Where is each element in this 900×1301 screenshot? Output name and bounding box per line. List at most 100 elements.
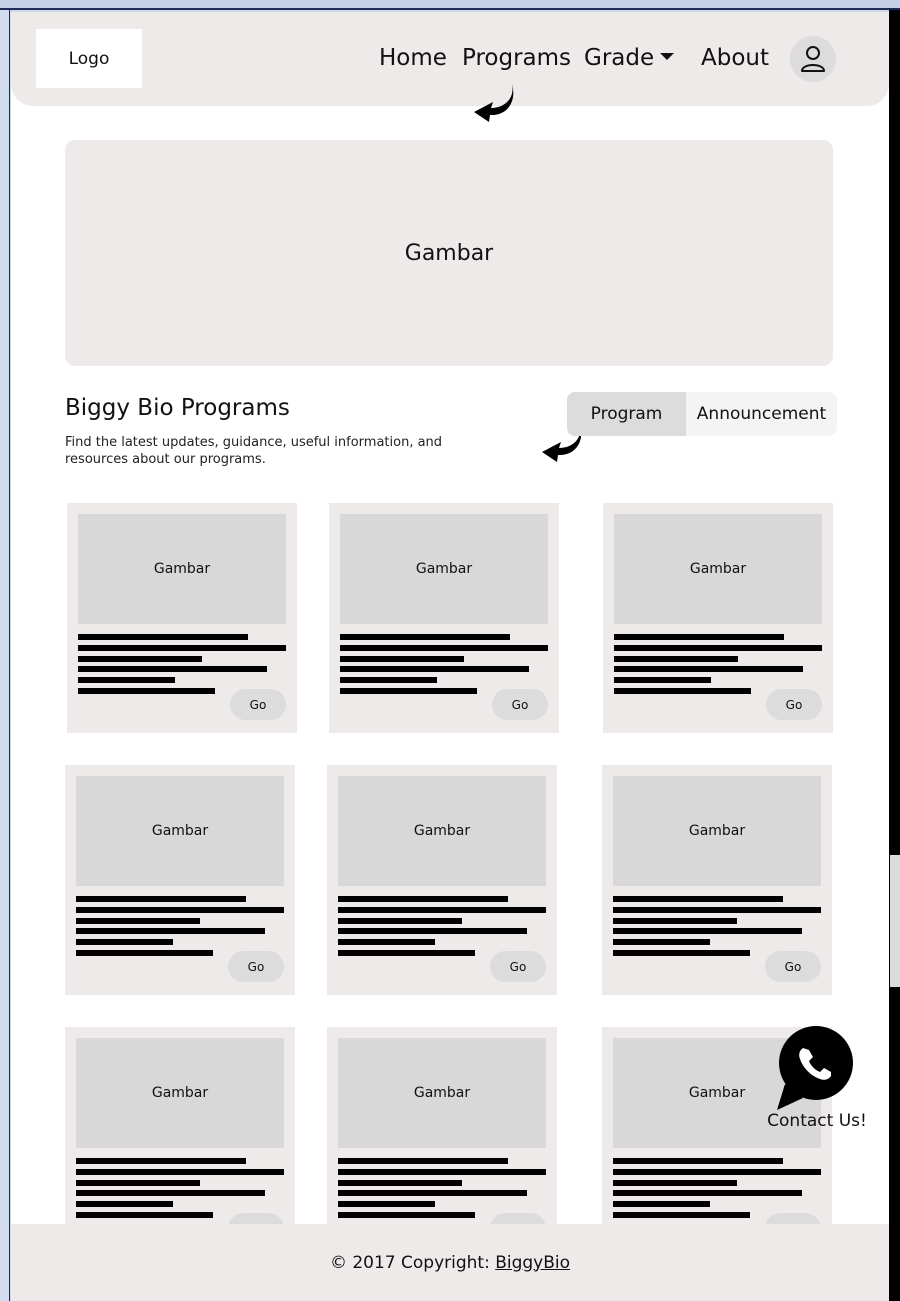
text-line — [613, 1158, 783, 1164]
text-line — [338, 1190, 527, 1196]
text-line — [76, 1201, 173, 1207]
text-line — [340, 656, 464, 662]
text-line — [338, 928, 527, 934]
text-line — [78, 666, 267, 672]
section-title: Biggy Bio Programs — [65, 395, 290, 421]
user-icon — [801, 46, 825, 72]
text-line — [613, 896, 783, 902]
card-image-placeholder: Gambar — [613, 776, 821, 886]
window-top-border — [0, 0, 900, 10]
text-line — [76, 950, 213, 956]
text-line — [613, 1190, 802, 1196]
text-line — [76, 1180, 200, 1186]
text-line — [78, 656, 202, 662]
text-line — [613, 1212, 750, 1218]
text-line — [78, 688, 215, 694]
go-button[interactable]: Go — [230, 689, 286, 720]
text-line — [613, 1169, 821, 1175]
text-line — [613, 918, 737, 924]
caret-down-icon — [660, 53, 675, 60]
scrollbar-track[interactable] — [889, 10, 900, 1301]
contact-us-button[interactable]: Contact Us! — [765, 1026, 869, 1136]
go-button[interactable]: Go — [766, 689, 822, 720]
text-line — [340, 677, 437, 683]
program-card: Gambar Go — [327, 765, 557, 995]
card-image-placeholder: Gambar — [76, 776, 284, 886]
text-line — [613, 950, 750, 956]
text-line — [78, 645, 286, 651]
user-avatar-button[interactable] — [790, 36, 836, 82]
footer-copyright: © 2017 Copyright: — [329, 1252, 496, 1273]
annotation-arrow-icon — [474, 84, 514, 122]
navbar: Logo Home Programs Grade About — [11, 12, 889, 106]
text-line — [338, 1169, 546, 1175]
text-line — [613, 939, 710, 945]
nav-about-link[interactable]: About — [701, 45, 769, 71]
card-image-placeholder: Gambar — [78, 514, 286, 624]
text-line — [613, 928, 802, 934]
text-line — [340, 688, 477, 694]
hero-image-placeholder: Gambar — [65, 140, 833, 366]
text-line — [614, 634, 784, 640]
window-left-border — [0, 10, 10, 1301]
program-card: Gambar Go — [65, 765, 295, 995]
text-line — [76, 1169, 284, 1175]
text-line — [338, 939, 435, 945]
nav-programs-link[interactable]: Programs — [462, 45, 571, 71]
program-announcement-toggle: Program Announcement — [567, 392, 837, 436]
text-line — [338, 950, 475, 956]
text-line — [614, 688, 751, 694]
program-card: Gambar Go — [67, 503, 297, 733]
program-card: Gambar Go — [602, 765, 832, 995]
text-line — [338, 896, 508, 902]
scrollbar-thumb[interactable] — [890, 855, 900, 987]
nav-home-link[interactable]: Home — [379, 45, 447, 71]
program-card: Gambar Go — [65, 1027, 295, 1257]
text-line — [613, 1201, 710, 1207]
text-line — [76, 1158, 246, 1164]
card-image-placeholder: Gambar — [338, 1038, 546, 1148]
text-line — [76, 896, 246, 902]
program-card: Gambar Go — [329, 503, 559, 733]
go-button[interactable]: Go — [492, 689, 548, 720]
text-line — [338, 918, 462, 924]
text-line — [340, 645, 548, 651]
go-button[interactable]: Go — [490, 951, 546, 982]
card-image-placeholder: Gambar — [338, 776, 546, 886]
go-button[interactable]: Go — [228, 951, 284, 982]
section-description: Find the latest updates, guidance, usefu… — [65, 435, 443, 467]
text-line — [614, 666, 803, 672]
text-line — [76, 939, 173, 945]
go-button[interactable]: Go — [765, 951, 821, 982]
text-line — [338, 1158, 508, 1164]
card-image-placeholder: Gambar — [614, 514, 822, 624]
card-image-placeholder: Gambar — [76, 1038, 284, 1148]
text-line — [338, 1212, 475, 1218]
nav-grade-dropdown[interactable]: Grade — [584, 45, 675, 71]
text-line — [613, 1180, 737, 1186]
text-line — [613, 907, 821, 913]
text-line — [614, 677, 711, 683]
footer-biggybio-link[interactable]: BiggyBio — [495, 1253, 570, 1273]
text-line — [76, 1212, 213, 1218]
page-viewport: Logo Home Programs Grade About Gambar Bi… — [11, 12, 889, 1301]
text-line — [76, 1190, 265, 1196]
nav-grade-label: Grade — [584, 45, 655, 71]
text-line — [76, 918, 200, 924]
whatsapp-icon — [777, 1026, 853, 1110]
text-line — [338, 907, 546, 913]
contact-us-label: Contact Us! — [767, 1111, 867, 1131]
text-line — [76, 928, 265, 934]
text-line — [76, 907, 284, 913]
program-card: Gambar Go — [327, 1027, 557, 1257]
logo[interactable]: Logo — [36, 29, 142, 88]
tab-program[interactable]: Program — [567, 392, 686, 436]
text-line — [338, 1201, 435, 1207]
card-image-placeholder: Gambar — [340, 514, 548, 624]
text-line — [340, 666, 529, 672]
text-line — [338, 1180, 462, 1186]
tab-announcement[interactable]: Announcement — [686, 392, 837, 436]
text-line — [78, 677, 175, 683]
text-line — [614, 645, 822, 651]
text-line — [78, 634, 248, 640]
